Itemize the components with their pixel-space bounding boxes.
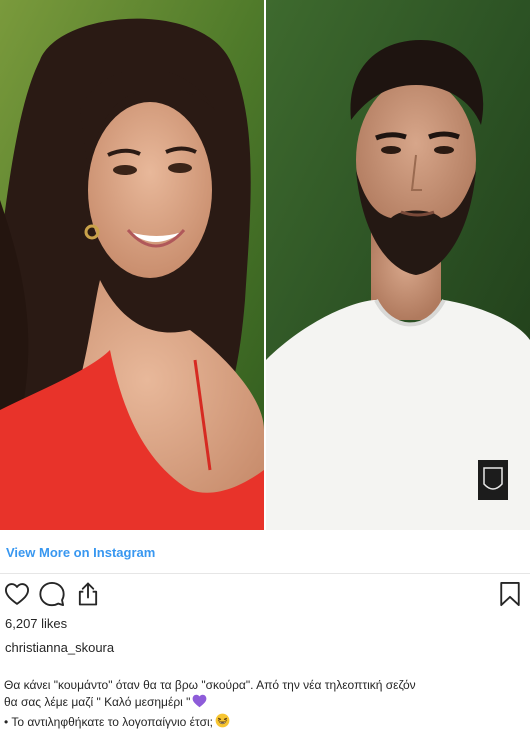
caption-line-3: • Το αντιληφθήκατε το λογοπαίγνιο έτσι; [4,713,526,733]
caption-line-2-text: θα σας λέμε μαζί " Καλό μεσημέρι " [4,695,191,709]
bookmark-icon[interactable] [496,580,524,608]
action-bar [0,580,530,610]
share-icon[interactable] [74,580,102,608]
divider [0,573,530,574]
caption-line-3-text: • Το αντιληφθήκατε το λογοπαίγνιο έτσι; [4,715,213,729]
instagram-embed: View More on Instagram 6,207 likes chris… [0,0,530,734]
right-photo [266,0,530,530]
likes-count[interactable]: 6,207 likes [5,616,67,631]
laughing-emoji-icon [215,713,230,733]
heart-icon[interactable] [3,580,31,608]
man-portrait-image [266,0,530,530]
view-more-on-instagram-link[interactable]: View More on Instagram [6,545,155,560]
post-caption: Θα κάνει "κουμάντο" όταν θα τα βρω "σκού… [4,677,526,733]
purple-heart-emoji-icon [192,694,207,713]
post-author-username[interactable]: christianna_skoura [5,640,114,655]
comment-icon[interactable] [38,580,66,608]
woman-portrait-image [0,0,264,530]
post-image[interactable] [0,0,530,530]
left-photo [0,0,264,530]
caption-line-2: θα σας λέμε μαζί " Καλό μεσημέρι " [4,694,526,713]
caption-line-1: Θα κάνει "κουμάντο" όταν θα τα βρω "σκού… [4,678,416,692]
